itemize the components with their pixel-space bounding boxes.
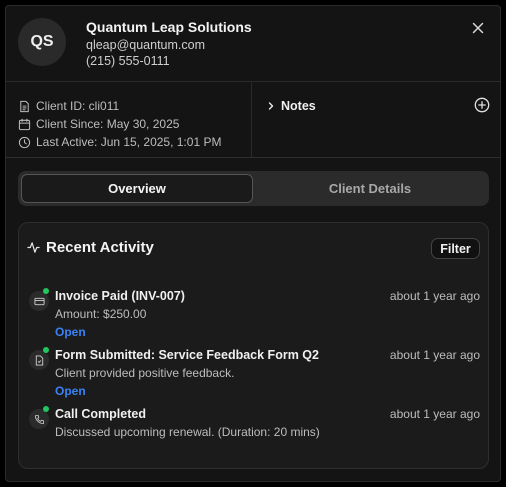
credit-card-icon — [33, 297, 45, 305]
activity-icon-badge — [29, 350, 49, 370]
activity-open-link[interactable]: Open — [55, 384, 86, 398]
chevron-right-icon — [268, 102, 274, 110]
notes-label: Notes — [281, 99, 316, 113]
activity-description: Discussed upcoming renewal. (Duration: 2… — [55, 425, 320, 439]
last-active: Last Active: Jun 15, 2025, 1:01 PM — [36, 135, 222, 149]
tab-bar: Overview Client Details — [18, 171, 489, 206]
recent-activity-header: Recent Activity — [27, 239, 154, 256]
client-meta: Client ID: cli011 Client Since: May 30, … — [6, 82, 252, 157]
status-dot — [43, 288, 49, 294]
activity-time: about 1 year ago — [389, 407, 480, 421]
activity-icon-badge — [29, 409, 49, 429]
activity-open-link[interactable]: Open — [55, 325, 86, 339]
client-id-row: Client ID: cli011 — [18, 99, 119, 113]
client-panel: QS Quantum Leap Solutions qleap@quantum.… — [5, 5, 501, 482]
client-header: QS Quantum Leap Solutions qleap@quantum.… — [6, 6, 500, 81]
plus-circle-icon — [474, 97, 490, 113]
activity-title: Form Submitted: Service Feedback Form Q2 — [55, 348, 319, 362]
status-dot — [43, 347, 49, 353]
close-icon — [472, 22, 484, 34]
recent-activity-card: Recent Activity Filter Invoice Paid (INV… — [18, 222, 489, 469]
activity-description: Client provided positive feedback. — [55, 366, 235, 380]
status-dot — [43, 406, 49, 412]
notes-toggle[interactable]: Notes — [266, 99, 316, 113]
document-icon — [20, 100, 29, 112]
client-since: Client Since: May 30, 2025 — [36, 117, 180, 131]
phone-icon — [34, 414, 44, 424]
activity-title: Call Completed — [55, 407, 146, 421]
close-button[interactable] — [470, 20, 486, 36]
recent-activity-title: Recent Activity — [46, 239, 154, 256]
last-active-row: Last Active: Jun 15, 2025, 1:01 PM — [18, 135, 221, 149]
avatar: QS — [18, 18, 66, 66]
notes-section: Notes — [252, 82, 500, 157]
client-name: Quantum Leap Solutions — [86, 19, 252, 35]
client-phone: (215) 555-0111 — [86, 54, 170, 68]
tab-client-details[interactable]: Client Details — [254, 174, 486, 203]
clock-icon — [18, 136, 31, 148]
client-email: qleap@quantum.com — [86, 38, 206, 52]
calendar-icon — [18, 118, 31, 130]
client-id: Client ID: cli011 — [36, 99, 120, 113]
activity-icon-badge — [29, 291, 49, 311]
activity-icon — [27, 242, 40, 253]
filter-button[interactable]: Filter — [431, 238, 480, 259]
client-meta-row: Client ID: cli011 Client Since: May 30, … — [6, 81, 500, 158]
add-note-button[interactable] — [474, 97, 490, 113]
activity-time: about 1 year ago — [389, 348, 480, 362]
activity-description: Amount: $250.00 — [55, 307, 147, 321]
tab-overview[interactable]: Overview — [21, 174, 253, 203]
activity-time: about 1 year ago — [389, 289, 480, 303]
file-icon — [35, 354, 43, 366]
activity-title: Invoice Paid (INV-007) — [55, 289, 185, 303]
client-since-row: Client Since: May 30, 2025 — [18, 117, 179, 131]
